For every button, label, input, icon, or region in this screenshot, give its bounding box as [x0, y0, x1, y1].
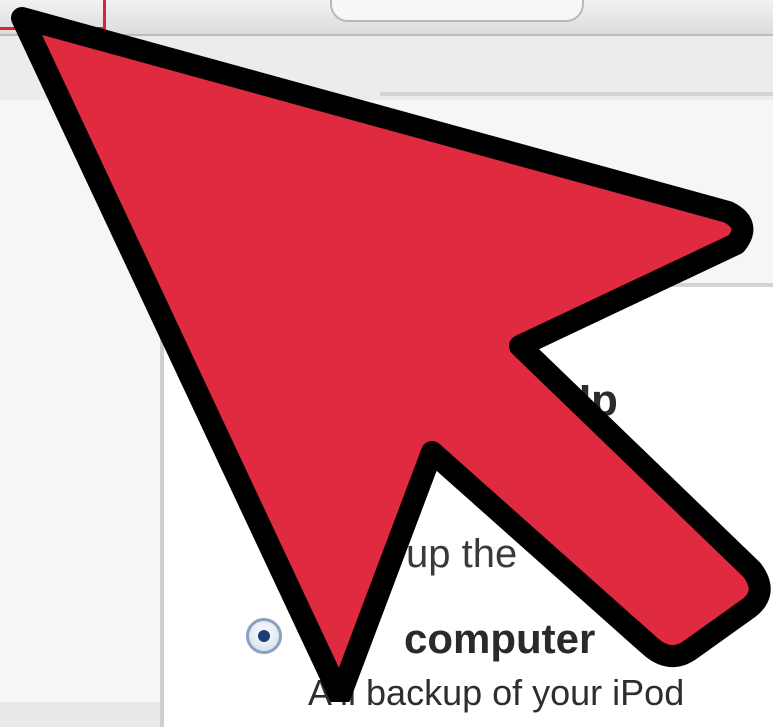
- red-arrow-pointer-icon: [11, 7, 771, 702]
- arrow-pointer-shape: [11, 7, 771, 702]
